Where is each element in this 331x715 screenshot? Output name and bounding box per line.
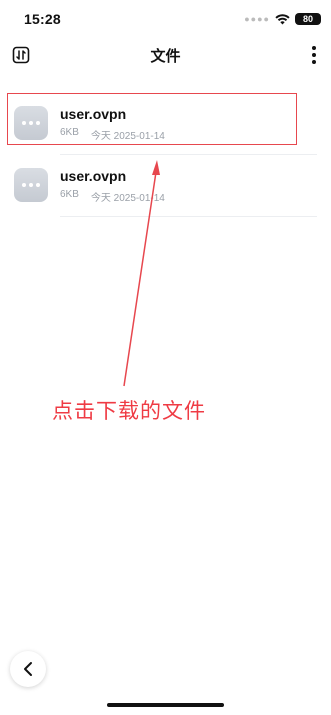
chevron-left-icon xyxy=(24,662,32,676)
annotation-text: 点击下载的文件 xyxy=(52,400,206,423)
annotation-arrow xyxy=(123,160,160,387)
back-button[interactable] xyxy=(10,651,46,687)
home-indicator xyxy=(107,703,224,707)
